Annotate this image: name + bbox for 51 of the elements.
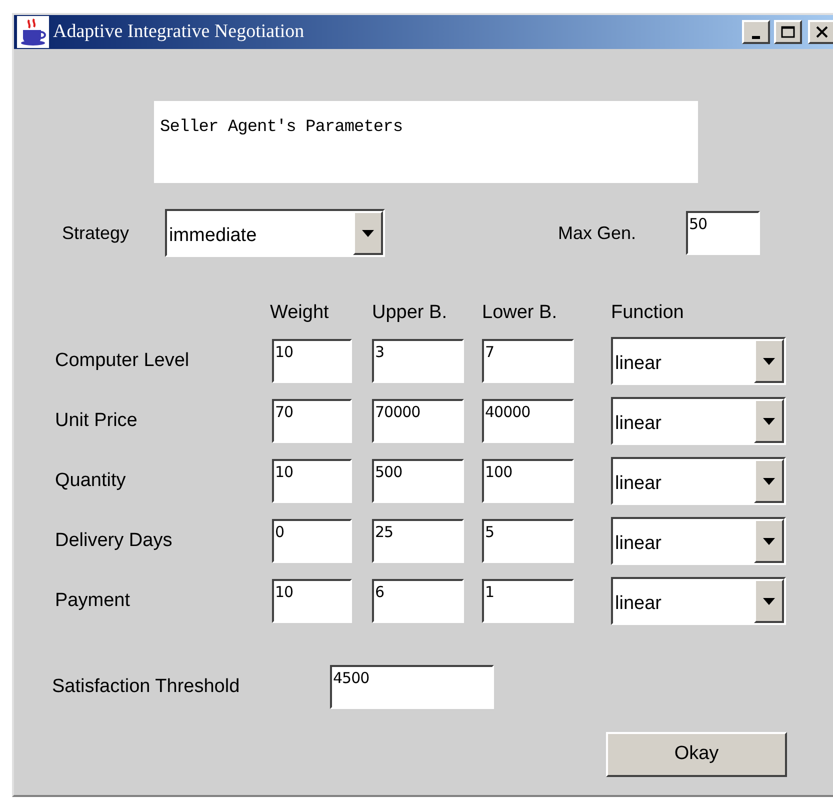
max-gen-field[interactable]: 50 <box>686 211 760 255</box>
caret-down-icon <box>763 478 775 484</box>
lower-bound-field[interactable]: 100 <box>482 459 574 503</box>
caret-down-icon <box>362 230 374 236</box>
row-label: Quantity <box>55 468 127 493</box>
upper-bound-field[interactable]: 6 <box>372 579 464 623</box>
minimize-button[interactable] <box>742 20 770 44</box>
window-title: Adaptive Integrative Negotiation <box>53 20 306 44</box>
weight-field[interactable]: 10 <box>272 579 352 623</box>
weight-field[interactable]: 10 <box>272 459 352 503</box>
max-gen-label: Max Gen. <box>558 222 638 244</box>
function-select[interactable]: linear <box>611 397 786 445</box>
row-label: Payment <box>55 588 131 613</box>
okay-button[interactable]: Okay <box>606 732 787 777</box>
function-select[interactable]: linear <box>611 577 786 625</box>
function-select[interactable]: linear <box>611 337 786 385</box>
column-header: Weight <box>270 301 330 325</box>
row-label: Unit Price <box>55 408 138 433</box>
weight-field[interactable]: 70 <box>272 399 352 443</box>
caret-down-icon <box>763 358 775 364</box>
row-label: Computer Level <box>55 348 190 373</box>
caret-down-icon <box>763 538 775 544</box>
strategy-label: Strategy <box>62 222 130 245</box>
close-button[interactable] <box>808 20 833 44</box>
maximize-button[interactable] <box>774 20 802 44</box>
column-header: Lower B. <box>482 301 558 325</box>
close-icon <box>815 26 829 38</box>
upper-bound-field[interactable]: 500 <box>372 459 464 503</box>
heading: Seller Agent's Parameters <box>160 118 403 137</box>
lower-bound-field[interactable]: 5 <box>482 519 574 563</box>
strategy-select[interactable]: immediate <box>165 209 385 257</box>
threshold-label: Satisfaction Threshold <box>52 674 241 699</box>
weight-field[interactable]: 0 <box>272 519 352 563</box>
function-select[interactable]: linear <box>611 517 786 565</box>
function-select[interactable]: linear <box>611 457 786 505</box>
weight-field[interactable]: 10 <box>272 339 352 383</box>
minimize-icon <box>752 36 760 38</box>
caret-down-icon <box>763 418 775 424</box>
app-icon <box>17 16 49 48</box>
column-header: Function <box>611 301 685 325</box>
upper-bound-field[interactable]: 25 <box>372 519 464 563</box>
upper-bound-field[interactable]: 70000 <box>372 399 464 443</box>
lower-bound-field[interactable]: 7 <box>482 339 574 383</box>
row-label: Delivery Days <box>55 528 174 553</box>
lower-bound-field[interactable]: 1 <box>482 579 574 623</box>
lower-bound-field[interactable]: 40000 <box>482 399 574 443</box>
caret-down-icon <box>763 598 775 604</box>
column-header: Upper B. <box>372 301 448 325</box>
threshold-field[interactable]: 4500 <box>330 665 494 709</box>
maximize-icon <box>781 26 795 38</box>
upper-bound-field[interactable]: 3 <box>372 339 464 383</box>
